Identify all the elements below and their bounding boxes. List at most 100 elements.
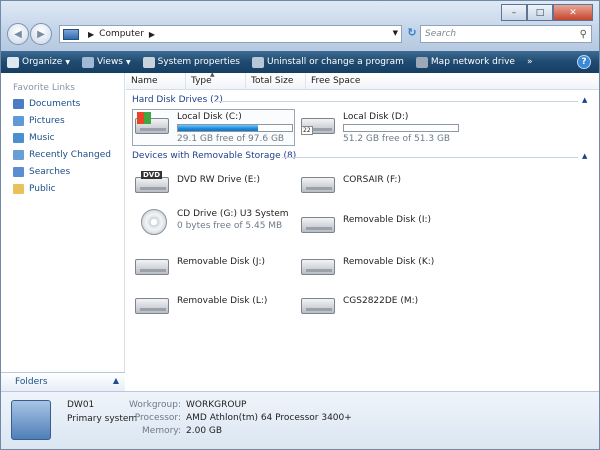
breadcrumb-separator-icon[interactable]: ▶ (88, 30, 94, 39)
cd-disc-icon (135, 209, 171, 235)
back-button[interactable]: ◀ (7, 23, 29, 45)
memory-value: 2.00 GB (186, 426, 223, 436)
drive-name: CD Drive (G:) U3 System (177, 209, 289, 219)
hard-disk-icon: 22 (301, 112, 337, 138)
column-total-size[interactable]: Total Size (246, 73, 306, 90)
public-icon (13, 184, 24, 194)
drive-free-space: 0 bytes free of 5.45 MB (177, 221, 283, 231)
dvd-logo-icon: DVD (141, 171, 163, 179)
folders-toggle[interactable]: Folders ▲ (1, 372, 125, 391)
sidebar-item-recently-changed[interactable]: Recently Changed (13, 150, 111, 160)
chevron-up-icon[interactable]: ▲ (582, 96, 587, 104)
map-network-label: Map network drive (430, 57, 515, 67)
sidebar-item-label: Music (29, 133, 55, 143)
computer-icon (11, 400, 51, 440)
drive-item-i[interactable]: Removable Disk (I:) (301, 211, 431, 237)
group-header-removable[interactable]: Devices with Removable Storage (8) (132, 151, 296, 161)
computer-name: DW01 (67, 400, 95, 410)
drive-item-m[interactable]: CGS2822DE (M:) (301, 292, 418, 318)
sidebar-item-searches[interactable]: Searches (13, 167, 70, 177)
network-drive-icon (415, 56, 428, 68)
chevron-down-icon: ▼ (65, 58, 70, 66)
drive-item-k[interactable]: Removable Disk (K:) (301, 253, 434, 279)
system-properties-icon (142, 56, 155, 68)
processor-label: Processor: (134, 413, 181, 423)
forward-button[interactable]: ▶ (30, 23, 52, 45)
column-headers: Name Type ▲ Total Size Free Space (126, 71, 599, 90)
system-properties-label: System properties (157, 57, 240, 67)
column-type-label: Type (191, 76, 212, 86)
chevron-up-icon[interactable]: ▲ (582, 152, 587, 160)
memory-label: Memory: (142, 426, 181, 436)
drive-item-g[interactable]: CD Drive (G:) U3 System 0 bytes free of 5… (135, 209, 289, 235)
views-icon (81, 56, 94, 68)
capacity-bar (343, 124, 459, 132)
group-header-hdd[interactable]: Hard Disk Drives (2) (132, 95, 223, 105)
column-free-space[interactable]: Free Space (306, 73, 386, 90)
command-bar: Organize ▼ Views ▼ System properties Unins… (1, 51, 599, 73)
dvd-drive-icon: DVD (135, 171, 171, 197)
explorer-window: – □ ✕ ◀ ▶ ▶ Computer ▶ ▼ ↻ Search ⚲ Orga… (0, 0, 600, 450)
more-commands-button[interactable]: » (527, 57, 533, 67)
sidebar-item-documents[interactable]: Documents (13, 99, 80, 109)
drive-item-d[interactable]: 22 Local Disk (D:) 51.2 GB free of 51.3 … (301, 112, 459, 144)
organize-button[interactable]: Organize ▼ (7, 56, 70, 68)
folders-label: Folders (15, 377, 48, 387)
back-arrow-icon: ◀ (14, 28, 22, 40)
breadcrumb-computer[interactable]: Computer (99, 29, 144, 39)
capacity-bar (177, 124, 293, 132)
address-bar[interactable]: ▶ Computer ▶ ▼ (59, 25, 402, 43)
drive-item-l[interactable]: Removable Disk (L:) (135, 292, 267, 318)
search-icon[interactable]: ⚲ (580, 29, 587, 40)
forward-arrow-icon: ▶ (37, 28, 45, 40)
maximize-button[interactable]: □ (527, 4, 553, 21)
drive-item-j[interactable]: Removable Disk (J:) (135, 253, 265, 279)
sidebar-item-label: Recently Changed (29, 150, 111, 160)
help-icon[interactable]: ? (577, 55, 591, 69)
drive-item-e[interactable]: DVD DVD RW Drive (E:) (135, 171, 260, 197)
group-label: Devices with Removable Storage (8) (132, 151, 297, 161)
removable-disk-icon (135, 292, 171, 318)
caption-buttons: – □ ✕ (501, 4, 593, 21)
minimize-button[interactable]: – (501, 4, 527, 21)
uninstall-button[interactable]: Uninstall or change a program (251, 56, 404, 68)
drive-item-c[interactable]: Local Disk (C:) 29.1 GB free of 97.6 GB (135, 112, 293, 144)
searches-icon (13, 167, 24, 177)
drive-free-space: 51.2 GB free of 51.3 GB (343, 134, 451, 144)
sidebar-item-label: Searches (29, 167, 71, 177)
workgroup-value: WORKGROUP (186, 400, 247, 410)
views-button[interactable]: Views ▼ (81, 56, 131, 68)
search-input[interactable]: Search ⚲ (420, 25, 592, 43)
refresh-icon[interactable]: ↻ (405, 26, 419, 42)
close-button[interactable]: ✕ (553, 4, 593, 21)
column-name[interactable]: Name (126, 73, 186, 90)
map-network-drive-button[interactable]: Map network drive (415, 56, 515, 68)
music-icon (13, 133, 24, 143)
sidebar-item-label: Public (29, 184, 56, 194)
favorite-links-header: Favorite Links (13, 83, 75, 93)
processor-value: AMD Athlon(tm) 64 Processor 3400+ (186, 413, 352, 423)
removable-disk-icon (301, 292, 337, 318)
pictures-icon (13, 116, 24, 126)
details-pane: DW01 Primary system Workgroup: WORKGROUP… (1, 391, 599, 449)
documents-icon (13, 99, 24, 109)
sidebar-item-pictures[interactable]: Pictures (13, 116, 65, 126)
sidebar-item-public[interactable]: Public (13, 184, 56, 194)
chevron-up-icon[interactable]: ▲ (113, 376, 119, 385)
column-type[interactable]: Type ▲ (186, 71, 246, 90)
removable-disk-icon (301, 171, 337, 197)
computer-icon (63, 28, 79, 40)
sidebar-item-music[interactable]: Music (13, 133, 55, 143)
drive-name: CGS2822DE (M:) (343, 296, 419, 306)
system-properties-button[interactable]: System properties (142, 56, 240, 68)
group-divider (214, 101, 578, 102)
chevron-down-icon: ▼ (126, 58, 131, 66)
drive-name: Local Disk (C:) (177, 112, 242, 122)
breadcrumb-separator-icon[interactable]: ▶ (149, 30, 155, 39)
drive-name: Removable Disk (K:) (343, 257, 435, 267)
capacity-bar-fill (178, 125, 258, 131)
sidebar-item-label: Documents (29, 99, 81, 109)
navigation-pane: Favorite Links Documents Pictures Music … (1, 73, 125, 391)
address-dropdown-icon[interactable]: ▼ (393, 29, 398, 37)
drive-item-f[interactable]: CORSAIR (F:) (301, 171, 401, 197)
